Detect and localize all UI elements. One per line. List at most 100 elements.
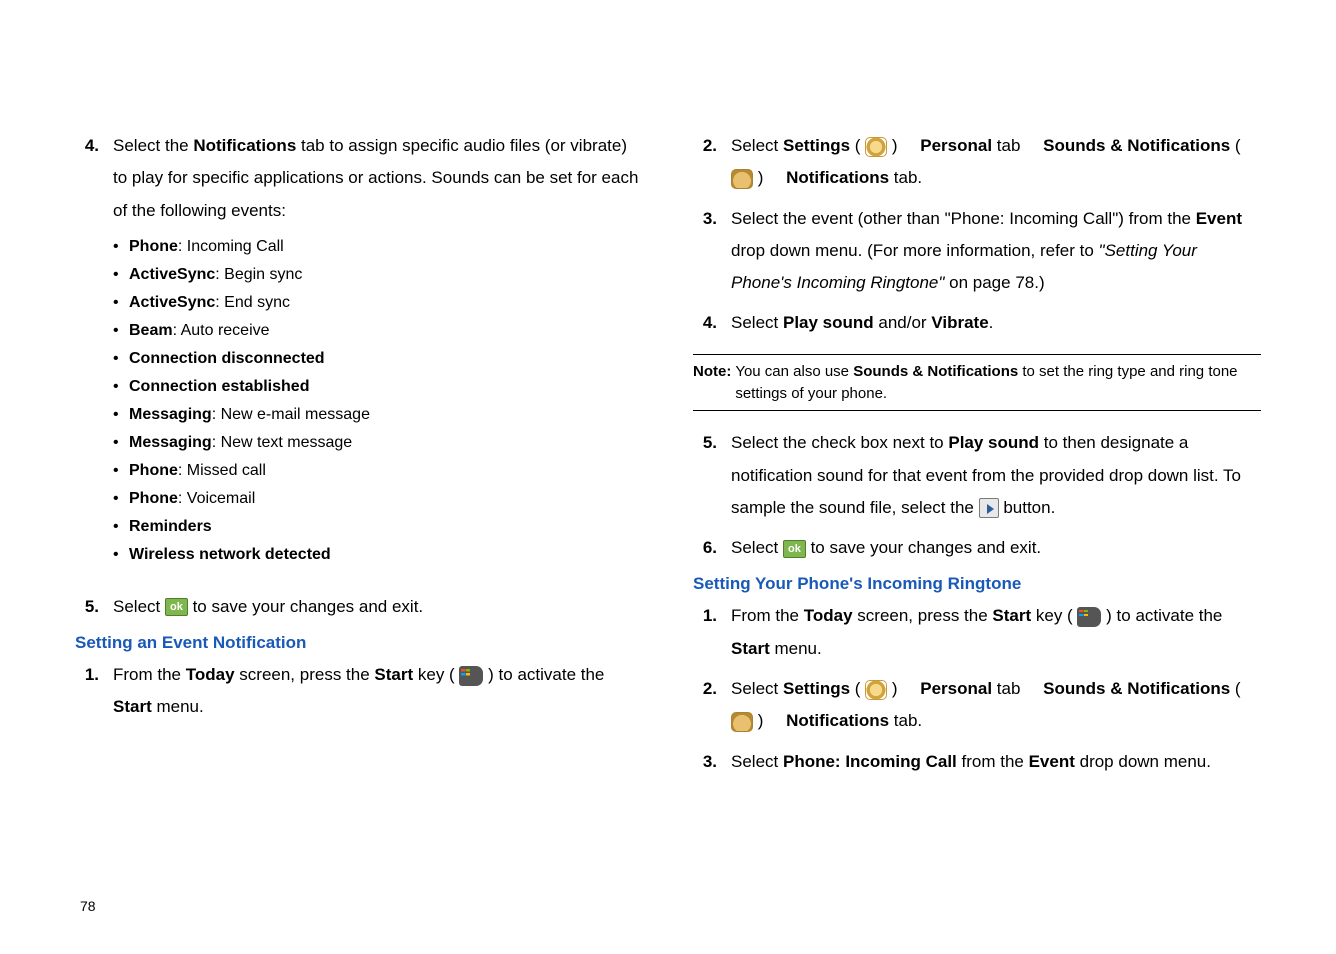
step-content: Select Play sound and/or Vibrate.	[731, 307, 1261, 339]
step-content: From the Today screen, press the Start k…	[113, 659, 643, 724]
step-number: 4.	[693, 307, 731, 339]
heading-incoming-ringtone: Setting Your Phone's Incoming Ringtone	[693, 574, 1261, 594]
text: .	[989, 313, 994, 332]
left-step-5: 5. Select ok to save your changes and ex…	[75, 591, 643, 623]
bold-text: Phone: Incoming Call	[783, 752, 957, 771]
text: tab	[992, 679, 1025, 698]
text: screen, press the	[853, 606, 993, 625]
text: Select the event (other than "Phone: Inc…	[731, 209, 1196, 228]
bullet-bold: Messaging	[129, 434, 212, 451]
bullet-bold: Connection established	[129, 378, 309, 395]
text: and/or	[874, 313, 932, 332]
heading-event-notification: Setting an Event Notification	[75, 633, 643, 653]
bold-text: Start	[374, 665, 413, 684]
right-step-6: 6. Select ok to save your changes and ex…	[693, 532, 1261, 564]
bold-text: Vibrate	[931, 313, 988, 332]
step-number: 2.	[693, 673, 731, 738]
bold-text: Notifications	[786, 711, 889, 730]
text: Select	[113, 597, 165, 616]
bullet-icon: •	[113, 513, 129, 541]
bold-text: Personal	[920, 679, 992, 698]
text: ) to activate the	[1101, 606, 1222, 625]
bullet-icon: •	[113, 401, 129, 429]
step-number: 2.	[693, 130, 731, 195]
bold-text: Start	[992, 606, 1031, 625]
bullet-bold: Phone	[129, 490, 178, 507]
step-number: 3.	[693, 203, 731, 300]
text: key (	[413, 665, 459, 684]
bullet-bold: Phone	[129, 462, 178, 479]
step-number: 4.	[75, 130, 113, 583]
text: (	[850, 679, 865, 698]
bullet-text: : End sync	[215, 294, 290, 311]
settings-icon	[865, 680, 887, 700]
text: (	[850, 136, 865, 155]
step-content: Select ok to save your changes and exit.	[113, 591, 643, 623]
text: Select the check box next to	[731, 433, 948, 452]
text: Select	[731, 538, 783, 557]
note-label: Note:	[693, 361, 731, 405]
step-content: Select ok to save your changes and exit.	[731, 532, 1261, 564]
text: From the	[731, 606, 804, 625]
text: From the	[113, 665, 186, 684]
text: to save your changes and exit.	[193, 597, 424, 616]
bullet-icon: •	[113, 289, 129, 317]
play-icon	[979, 498, 999, 518]
text: You can also use	[735, 363, 853, 380]
bullet-bold: Messaging	[129, 406, 212, 423]
settings-icon	[865, 137, 887, 157]
bullet-bold: Reminders	[129, 518, 212, 535]
left-column: 4. Select the Notifications tab to assig…	[75, 130, 643, 786]
start-key-icon	[1077, 607, 1101, 627]
bullet-bold: Wireless network detected	[129, 546, 331, 563]
bullet-item: •Phone: Missed call	[113, 457, 643, 485]
bullet-icon: •	[113, 317, 129, 345]
bullet-list: •Phone: Incoming Call •ActiveSync: Begin…	[113, 233, 643, 569]
text: Select the	[113, 136, 193, 155]
text: on page 78.)	[949, 273, 1044, 292]
step-content: Select the check box next to Play sound …	[731, 427, 1261, 524]
bullet-icon: •	[113, 429, 129, 457]
ok-icon: ok	[165, 598, 188, 616]
bullet-text: : New e-mail message	[212, 406, 370, 423]
bullet-item: •Connection established	[113, 373, 643, 401]
text: tab.	[889, 168, 922, 187]
bold-text: Today	[804, 606, 853, 625]
step-content: From the Today screen, press the Start k…	[731, 600, 1261, 665]
text: Select	[731, 679, 783, 698]
right-step-4: 4. Select Play sound and/or Vibrate.	[693, 307, 1261, 339]
text: from the	[957, 752, 1029, 771]
bullet-item: •Reminders	[113, 513, 643, 541]
bold-text: Today	[186, 665, 235, 684]
bullet-text: : Begin sync	[215, 266, 302, 283]
left-step-4: 4. Select the Notifications tab to assig…	[75, 130, 643, 583]
step-content: Select the event (other than "Phone: Inc…	[731, 203, 1261, 300]
bold-text: Sounds & Notifications	[1043, 679, 1230, 698]
bold-text: Play sound	[948, 433, 1039, 452]
sounds-icon	[731, 169, 753, 189]
bullet-icon: •	[113, 261, 129, 289]
bullet-text: : Voicemail	[178, 490, 255, 507]
step-number: 3.	[693, 746, 731, 778]
right-sub-step-1: 1. From the Today screen, press the Star…	[693, 600, 1261, 665]
text: )	[887, 136, 902, 155]
bullet-item: •Phone: Voicemail	[113, 485, 643, 513]
bullet-bold: ActiveSync	[129, 266, 215, 283]
text: )	[753, 168, 768, 187]
step-content: Select Settings ( ) Personal tab Sounds …	[731, 130, 1261, 195]
bullet-bold: ActiveSync	[129, 294, 215, 311]
text: Select	[731, 313, 783, 332]
step-number: 1.	[693, 600, 731, 665]
bold-text: Settings	[783, 136, 850, 155]
text: menu.	[770, 639, 822, 658]
bold-text: Sounds & Notifications	[853, 363, 1018, 380]
bullet-icon: •	[113, 541, 129, 569]
ok-icon: ok	[783, 540, 806, 558]
text: to save your changes and exit.	[811, 538, 1042, 557]
bold-text: Play sound	[783, 313, 874, 332]
text: drop down menu.	[1075, 752, 1211, 771]
text: screen, press the	[235, 665, 375, 684]
text: )	[753, 711, 768, 730]
step-number: 5.	[693, 427, 731, 524]
bullet-bold: Connection disconnected	[129, 350, 325, 367]
